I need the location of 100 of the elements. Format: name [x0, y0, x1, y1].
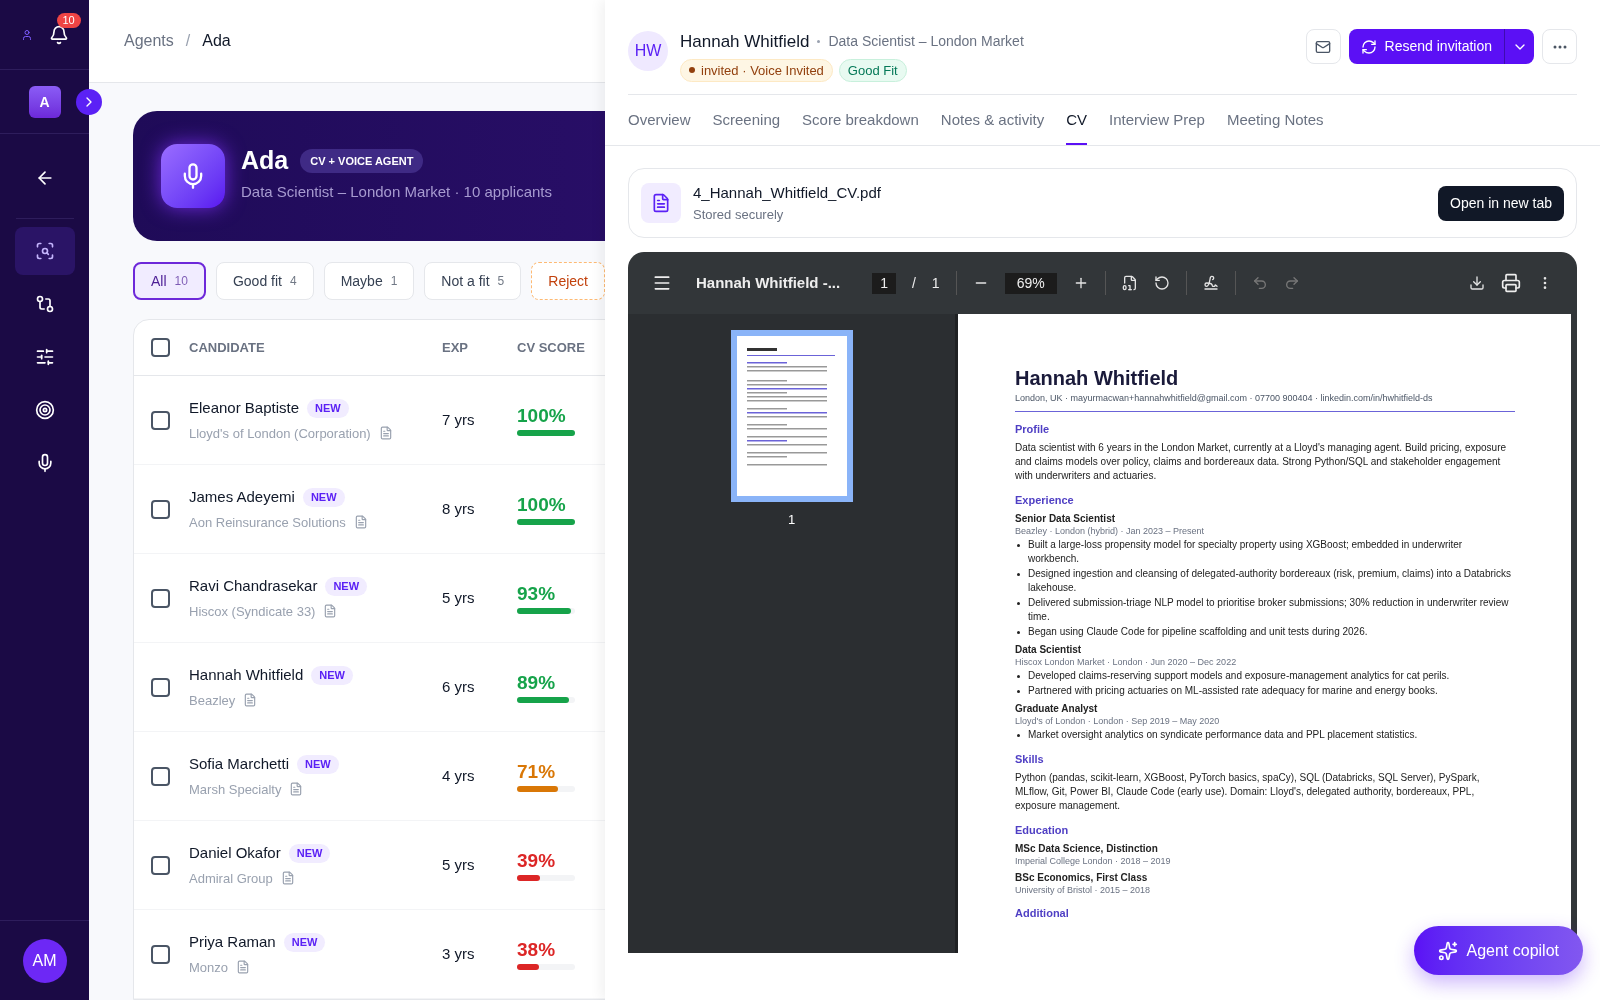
candidate-company: Admiral Group: [189, 869, 273, 888]
target-icon: [34, 400, 55, 420]
notifications-icon[interactable]: [48, 24, 69, 45]
candidate-name[interactable]: Hannah Whitfield: [189, 664, 304, 687]
filter-chip[interactable]: Reject: [531, 262, 605, 300]
cv-name: Hannah Whitfield: [1015, 366, 1180, 391]
row-checkbox[interactable]: [151, 499, 170, 519]
file-note: Stored securely: [693, 205, 785, 224]
page-thumbnail[interactable]: [730, 330, 853, 502]
candidate-avatar: HW: [628, 31, 668, 71]
cv-role-details: University of Bristol · 2015 – 2018: [1015, 885, 1152, 896]
filter-chip[interactable]: Good fit 4: [215, 262, 314, 300]
document-icon: [280, 871, 295, 886]
tab[interactable]: Score breakdown: [802, 108, 919, 145]
experience-cell-text: 5 yrs: [442, 854, 476, 875]
breadcrumb-current: Ada: [202, 31, 231, 51]
candidate-name[interactable]: Priya Raman: [189, 931, 276, 954]
document-icon: [323, 604, 338, 619]
download-icon[interactable]: [1469, 275, 1485, 291]
filter-chip[interactable]: All 10: [133, 262, 206, 300]
user-avatar[interactable]: AM: [22, 938, 67, 983]
candidate-company: Lloyd's of London (Corporation): [189, 424, 371, 443]
sliders-icon: [34, 347, 55, 367]
candidate-company: Monzo: [189, 958, 229, 977]
tab[interactable]: Notes & activity: [940, 108, 1045, 145]
agent-tag: CV + VOICE AGENT: [300, 148, 424, 173]
resend-invitation-button[interactable]: Resend invitation: [1348, 29, 1505, 64]
cv-role-details: Hiscox London Market · London · Jun 2020 – Dec 2022: [1015, 657, 1238, 668]
dropdown-button[interactable]: [1505, 29, 1534, 64]
document-icon: [353, 515, 368, 530]
breadcrumb-separator: /: [185, 31, 191, 51]
row-checkbox[interactable]: [151, 410, 170, 430]
row-checkbox[interactable]: [151, 944, 170, 964]
document-icon: [651, 193, 671, 213]
cv-role-title: Data Scientist: [1015, 643, 1083, 657]
select-all-checkbox[interactable]: [151, 338, 170, 357]
page-separator: /: [911, 273, 916, 293]
cv-score: 71%: [517, 760, 557, 784]
logo-icon: [20, 28, 33, 41]
cv-role-details: Lloyd's of London · London · Sep 2019 – May 2020: [1015, 716, 1221, 727]
experience-cell-text: 8 yrs: [442, 498, 476, 519]
zoom-field[interactable]: 69%: [1004, 272, 1057, 294]
row-checkbox[interactable]: [151, 766, 170, 786]
cv-score: 89%: [517, 671, 557, 695]
rotate-icon[interactable]: [1153, 275, 1170, 291]
candidate-name[interactable]: Sofia Marchetti: [189, 753, 290, 776]
tab[interactable]: Meeting Notes: [1226, 108, 1324, 145]
tab[interactable]: Interview Prep: [1109, 108, 1205, 145]
candidate-company: Hiscox (Syndicate 33): [189, 602, 316, 621]
row-checkbox[interactable]: [151, 677, 170, 697]
candidate-company: Beazley: [189, 691, 236, 710]
experience-cell-text: 3 yrs: [442, 943, 476, 964]
row-checkbox[interactable]: [151, 855, 170, 875]
filter-chip[interactable]: Not a fit 5: [424, 262, 522, 300]
candidate-name: Hannah Whitfield: [680, 31, 810, 53]
tab[interactable]: Overview: [628, 108, 691, 145]
open-new-tab-button[interactable]: Open in new tab: [1438, 185, 1564, 221]
filter-chip[interactable]: Maybe 1: [323, 262, 415, 300]
new-badge: NEW: [283, 933, 326, 952]
file-name: 4_Hannah_Whitfield_CV.pdf: [693, 183, 881, 203]
expand-button[interactable]: [76, 88, 102, 115]
menu-icon[interactable]: [652, 273, 672, 293]
redo-icon[interactable]: [1283, 275, 1300, 291]
email-button[interactable]: [1305, 29, 1341, 64]
cv-paragraph: Data scientist with 6 years in the London Market, currently at a Lloyd's managing agent. Build pricing, exposure and claims models over policy, claims and bordereaux data. Strong Python/SQL and stakeholder engagement with underwriters and actuaries.: [1015, 441, 1508, 483]
new-badge: NEW: [311, 666, 353, 685]
fit-badge: Good Fit: [838, 58, 907, 82]
candidate-name[interactable]: Eleanor Baptiste: [189, 397, 300, 420]
cv-bullet-text: Built a large-loss propensity model for specialty property using XGBoost; embedded in underwriter workbench.: [1028, 538, 1464, 566]
cv-section-heading: Skills: [1015, 752, 1045, 766]
workspace-avatar[interactable]: A: [28, 85, 61, 118]
document-icon: [236, 960, 251, 975]
candidate-role: Data Scientist – London Market: [828, 32, 1024, 52]
draw-icon[interactable]: [1202, 275, 1219, 291]
new-badge: NEW: [302, 488, 345, 507]
cv-section-heading: Experience: [1015, 493, 1075, 507]
tab[interactable]: Screening: [712, 108, 781, 145]
print-icon[interactable]: [1501, 273, 1521, 293]
experience-cell-text: 4 yrs: [442, 765, 476, 786]
cv-bullet-text: Began using Claude Code for pipeline scaffolding and unit tests during 2026.: [1028, 625, 1368, 639]
page-number-field[interactable]: 1: [872, 272, 896, 294]
cv-score: 100%: [517, 493, 567, 517]
experience-cell-text: 7 yrs: [442, 409, 476, 430]
sparkle-icon: [1438, 940, 1459, 961]
pdf-title: Hannah Whitfield -...: [696, 272, 841, 293]
cv-bullet-text: Designed ingestion and cleansing of delegated-authority bordereaux (risk, premium, claims) into a Databricks lakehouse.: [1028, 567, 1513, 595]
fit-page-icon[interactable]: [1121, 275, 1138, 291]
cv-score: 38%: [517, 938, 557, 962]
experience-cell-text: 6 yrs: [442, 676, 476, 697]
candidate-name[interactable]: Daniel Okafor: [189, 842, 281, 865]
candidate-name[interactable]: Ravi Chandrasekar: [189, 575, 318, 598]
agent-copilot-button[interactable]: Agent copilot: [1414, 926, 1583, 975]
notification-count: 10: [56, 12, 81, 28]
page-count: 1: [931, 273, 940, 293]
tab[interactable]: CV: [1066, 108, 1087, 145]
candidate-name[interactable]: James Adeyemi: [189, 486, 295, 509]
row-checkbox[interactable]: [151, 588, 170, 608]
cv-bullet-text: Developed claims-reserving support models and exposure-management analytics for cat perils.: [1028, 669, 1450, 683]
breadcrumb-link[interactable]: Agents: [124, 29, 174, 53]
refresh-icon: [1360, 38, 1377, 55]
